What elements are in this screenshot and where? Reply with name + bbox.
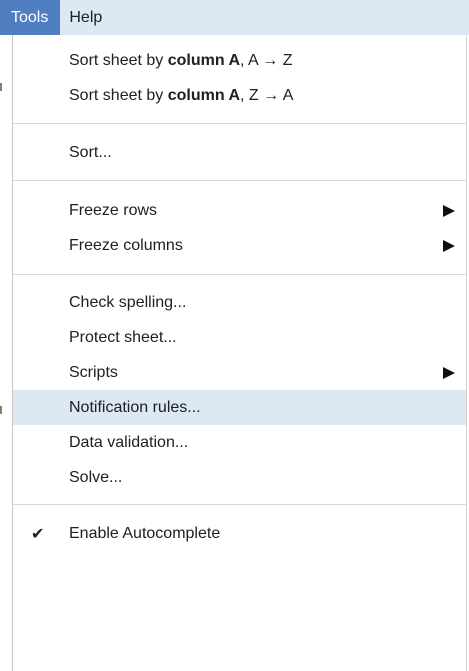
- menu-item-label: Data validation...: [69, 434, 189, 451]
- menu-item-freeze-columns[interactable]: Freeze columns: [13, 228, 466, 263]
- submenu-arrow-icon: [443, 367, 455, 379]
- menu-item-label: Protect sheet...: [69, 329, 177, 346]
- menu-item-enable-autocomplete[interactable]: ✔ Enable Autocomplete: [13, 516, 466, 551]
- menu-item-label: Sort sheet by column A, A → Z: [69, 52, 293, 69]
- menu-item-protect-sheet[interactable]: Protect sheet...: [13, 320, 466, 355]
- menu-item-data-validation[interactable]: Data validation...: [13, 425, 466, 460]
- menu-item-sort-sheet-az[interactable]: Sort sheet by column A, A → Z: [13, 43, 466, 78]
- menu-item-label: Solve...: [69, 469, 123, 486]
- menu-item-freeze-rows[interactable]: Freeze rows: [13, 193, 466, 228]
- menu-item-solve[interactable]: Solve...: [13, 460, 466, 495]
- menu-item-scripts[interactable]: Scripts: [13, 355, 466, 390]
- menu-item-sort-sheet-za[interactable]: Sort sheet by column A, Z → A: [13, 78, 466, 113]
- menu-item-label: Scripts: [69, 364, 118, 381]
- background-sheet-edge: [0, 83, 2, 91]
- submenu-arrow-icon: [443, 240, 455, 252]
- menubar: Tools Help: [0, 0, 469, 35]
- tools-dropdown-menu: Sort sheet by column A, A → Z Sort sheet…: [13, 35, 466, 671]
- menu-item-notification-rules[interactable]: Notification rules...: [13, 390, 466, 425]
- menu-item-sort[interactable]: Sort...: [13, 135, 466, 170]
- menu-separator: [13, 123, 466, 124]
- menu-item-label: Notification rules...: [69, 399, 201, 416]
- menu-separator: [13, 180, 466, 181]
- menu-item-label: Sort...: [69, 144, 112, 161]
- menu-item-label: Freeze columns: [69, 237, 183, 254]
- submenu-arrow-icon: [443, 205, 455, 217]
- menu-item-label: Check spelling...: [69, 294, 187, 311]
- menu-right-border: [466, 35, 467, 671]
- menu-item-check-spelling[interactable]: Check spelling...: [13, 285, 466, 320]
- menu-help[interactable]: Help: [60, 0, 113, 35]
- background-sheet-edge: [0, 406, 2, 414]
- menu-separator: [13, 504, 466, 505]
- menu-tools[interactable]: Tools: [0, 0, 61, 35]
- checkmark-icon: ✔: [31, 524, 45, 543]
- menu-item-label: Freeze rows: [69, 202, 158, 219]
- menu-item-label: Sort sheet by column A, Z → A: [69, 87, 294, 104]
- menu-item-label: Enable Autocomplete: [69, 525, 221, 542]
- menu-separator: [13, 274, 466, 275]
